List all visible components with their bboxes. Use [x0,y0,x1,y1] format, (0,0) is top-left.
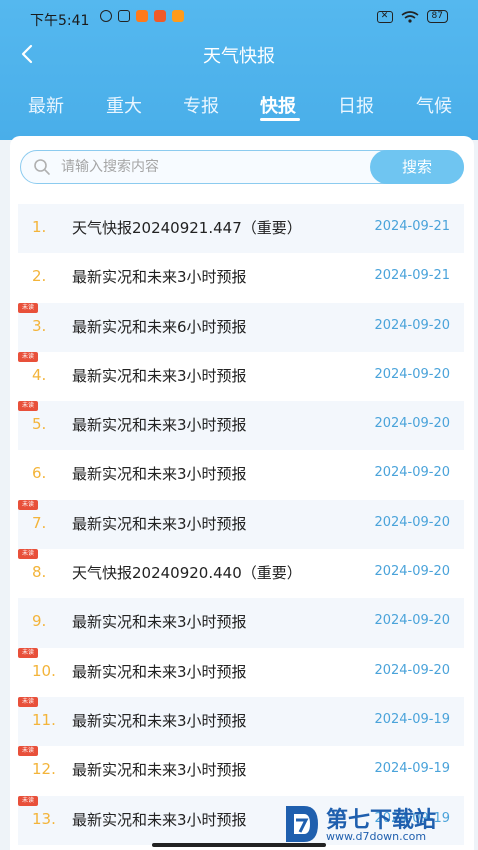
list-item[interactable]: 未读 11. 最新实况和未来3小时预报 2024-09-19 [18,696,464,747]
item-title: 最新实况和未来3小时预报 [72,711,247,730]
item-title: 最新实况和未来3小时预报 [72,761,247,780]
list-item[interactable]: 1. 天气快报20240921.447（重要） 2024-09-21 [18,204,464,254]
item-title: 最新实况和未来3小时预报 [72,268,247,287]
notification-icons [100,10,184,22]
item-date: 2024-09-19 [374,711,450,727]
app-notification-icon [136,10,148,22]
item-date: 2024-09-21 [374,219,450,234]
item-number: 5. [32,415,47,434]
unread-badge: 未读 [18,696,38,707]
item-number: 2. [32,267,47,286]
list-item[interactable]: 6. 最新实况和未来3小时预报 2024-09-20 [18,450,464,499]
item-date: 2024-09-21 [374,268,450,284]
search-input[interactable] [61,151,361,182]
item-title: 最新实况和未来3小时预报 [72,514,247,533]
tab-climate[interactable]: 气候 [416,92,452,118]
item-date: 2024-09-20 [374,662,450,678]
category-tabs: 最新 重大 专报 快报 日报 气候 [0,80,478,126]
page-title: 天气快报 [203,46,275,67]
d7down-logo-icon [286,806,318,842]
item-title: 最新实况和未来3小时预报 [72,613,247,632]
unread-badge: 未读 [18,401,38,412]
item-number: 8. [32,563,47,582]
item-date: 2024-09-20 [374,564,450,580]
unread-badge: 未读 [18,549,38,560]
item-number: 1. [32,218,47,236]
item-title: 天气快报20240921.447（重要） [72,219,302,237]
item-date: 2024-09-19 [374,761,450,777]
no-sim-icon: ✕ [376,10,393,23]
list-item[interactable]: 未读 12. 最新实况和未来3小时预报 2024-09-19 [18,746,464,795]
unread-badge: 未读 [18,647,38,658]
search-icon [34,159,50,175]
content-card: 搜索 1. 天气快报20240921.447（重要） 2024-09-21 2.… [10,136,474,850]
tab-major[interactable]: 重大 [106,92,142,118]
list-item[interactable]: 未读 7. 最新实况和未来3小时预报 2024-09-20 [18,499,464,550]
active-tab-indicator [260,118,300,121]
tab-daily[interactable]: 日报 [338,92,374,118]
unread-badge: 未读 [18,351,38,362]
list-item[interactable]: 未读 4. 最新实况和未来3小时预报 2024-09-20 [18,351,464,401]
report-list: 1. 天气快报20240921.447（重要） 2024-09-21 2. 最新… [18,204,464,845]
system-icons: ✕ 87 [376,10,448,23]
list-item[interactable]: 未读 8. 天气快报20240920.440（重要） 2024-09-20 [18,549,464,598]
watermark-url: www.d7down.com [326,830,427,843]
status-bar: 下午5:41 ✕ 87 [0,0,478,36]
item-date: 2024-09-20 [374,317,450,333]
item-number: 6. [32,464,47,483]
nav-bar: 天气快报 [0,36,478,74]
item-number: 13. [32,809,56,828]
tab-special[interactable]: 专报 [183,92,219,118]
item-title: 天气快报20240920.440（重要） [72,564,302,583]
item-date: 2024-09-20 [374,366,450,382]
status-time: 下午5:41 [30,13,90,29]
unread-badge: 未读 [18,795,38,806]
item-date: 2024-09-20 [374,613,450,629]
item-title: 最新实况和未来3小时预报 [72,366,247,385]
item-number: 4. [32,365,47,384]
battery-icon: 87 [426,10,448,23]
item-title: 最新实况和未来6小时预报 [72,317,247,336]
list-item[interactable]: 未读 3. 最新实况和未来6小时预报 2024-09-20 [18,302,464,352]
app-notification-icon [172,10,184,22]
tab-flash[interactable]: 快报 [260,92,296,118]
item-date: 2024-09-20 [374,514,450,530]
list-item[interactable]: 2. 最新实况和未来3小时预报 2024-09-21 [18,253,464,302]
unread-badge: 未读 [18,302,38,313]
item-number: 3. [32,316,47,335]
tab-latest[interactable]: 最新 [28,92,64,118]
app-icon [118,10,130,22]
list-item[interactable]: 未读 5. 最新实况和未来3小时预报 2024-09-20 [18,401,464,451]
item-number: 10. [32,661,56,680]
item-title: 最新实况和未来3小时预报 [72,662,247,681]
list-item[interactable]: 9. 最新实况和未来3小时预报 2024-09-20 [18,598,464,648]
site-watermark: 第七下载站 www.d7down.com [282,800,478,850]
item-number: 11. [32,710,56,729]
weibo-icon [154,10,166,22]
item-title: 最新实况和未来3小时预报 [72,810,247,829]
search-button[interactable]: 搜索 [370,150,464,184]
item-title: 最新实况和未来3小时预报 [72,465,247,484]
item-number: 9. [32,612,47,631]
unread-badge: 未读 [18,746,38,757]
item-number: 12. [32,760,56,779]
unread-badge: 未读 [18,499,38,510]
search-bar: 搜索 [20,150,464,184]
item-title: 最新实况和未来3小时预报 [72,416,247,435]
item-date: 2024-09-20 [374,416,450,432]
sync-icon [100,10,112,22]
item-number: 7. [32,513,47,532]
wifi-icon [401,10,419,23]
list-item[interactable]: 未读 10. 最新实况和未来3小时预报 2024-09-20 [18,647,464,697]
item-date: 2024-09-20 [374,465,450,481]
